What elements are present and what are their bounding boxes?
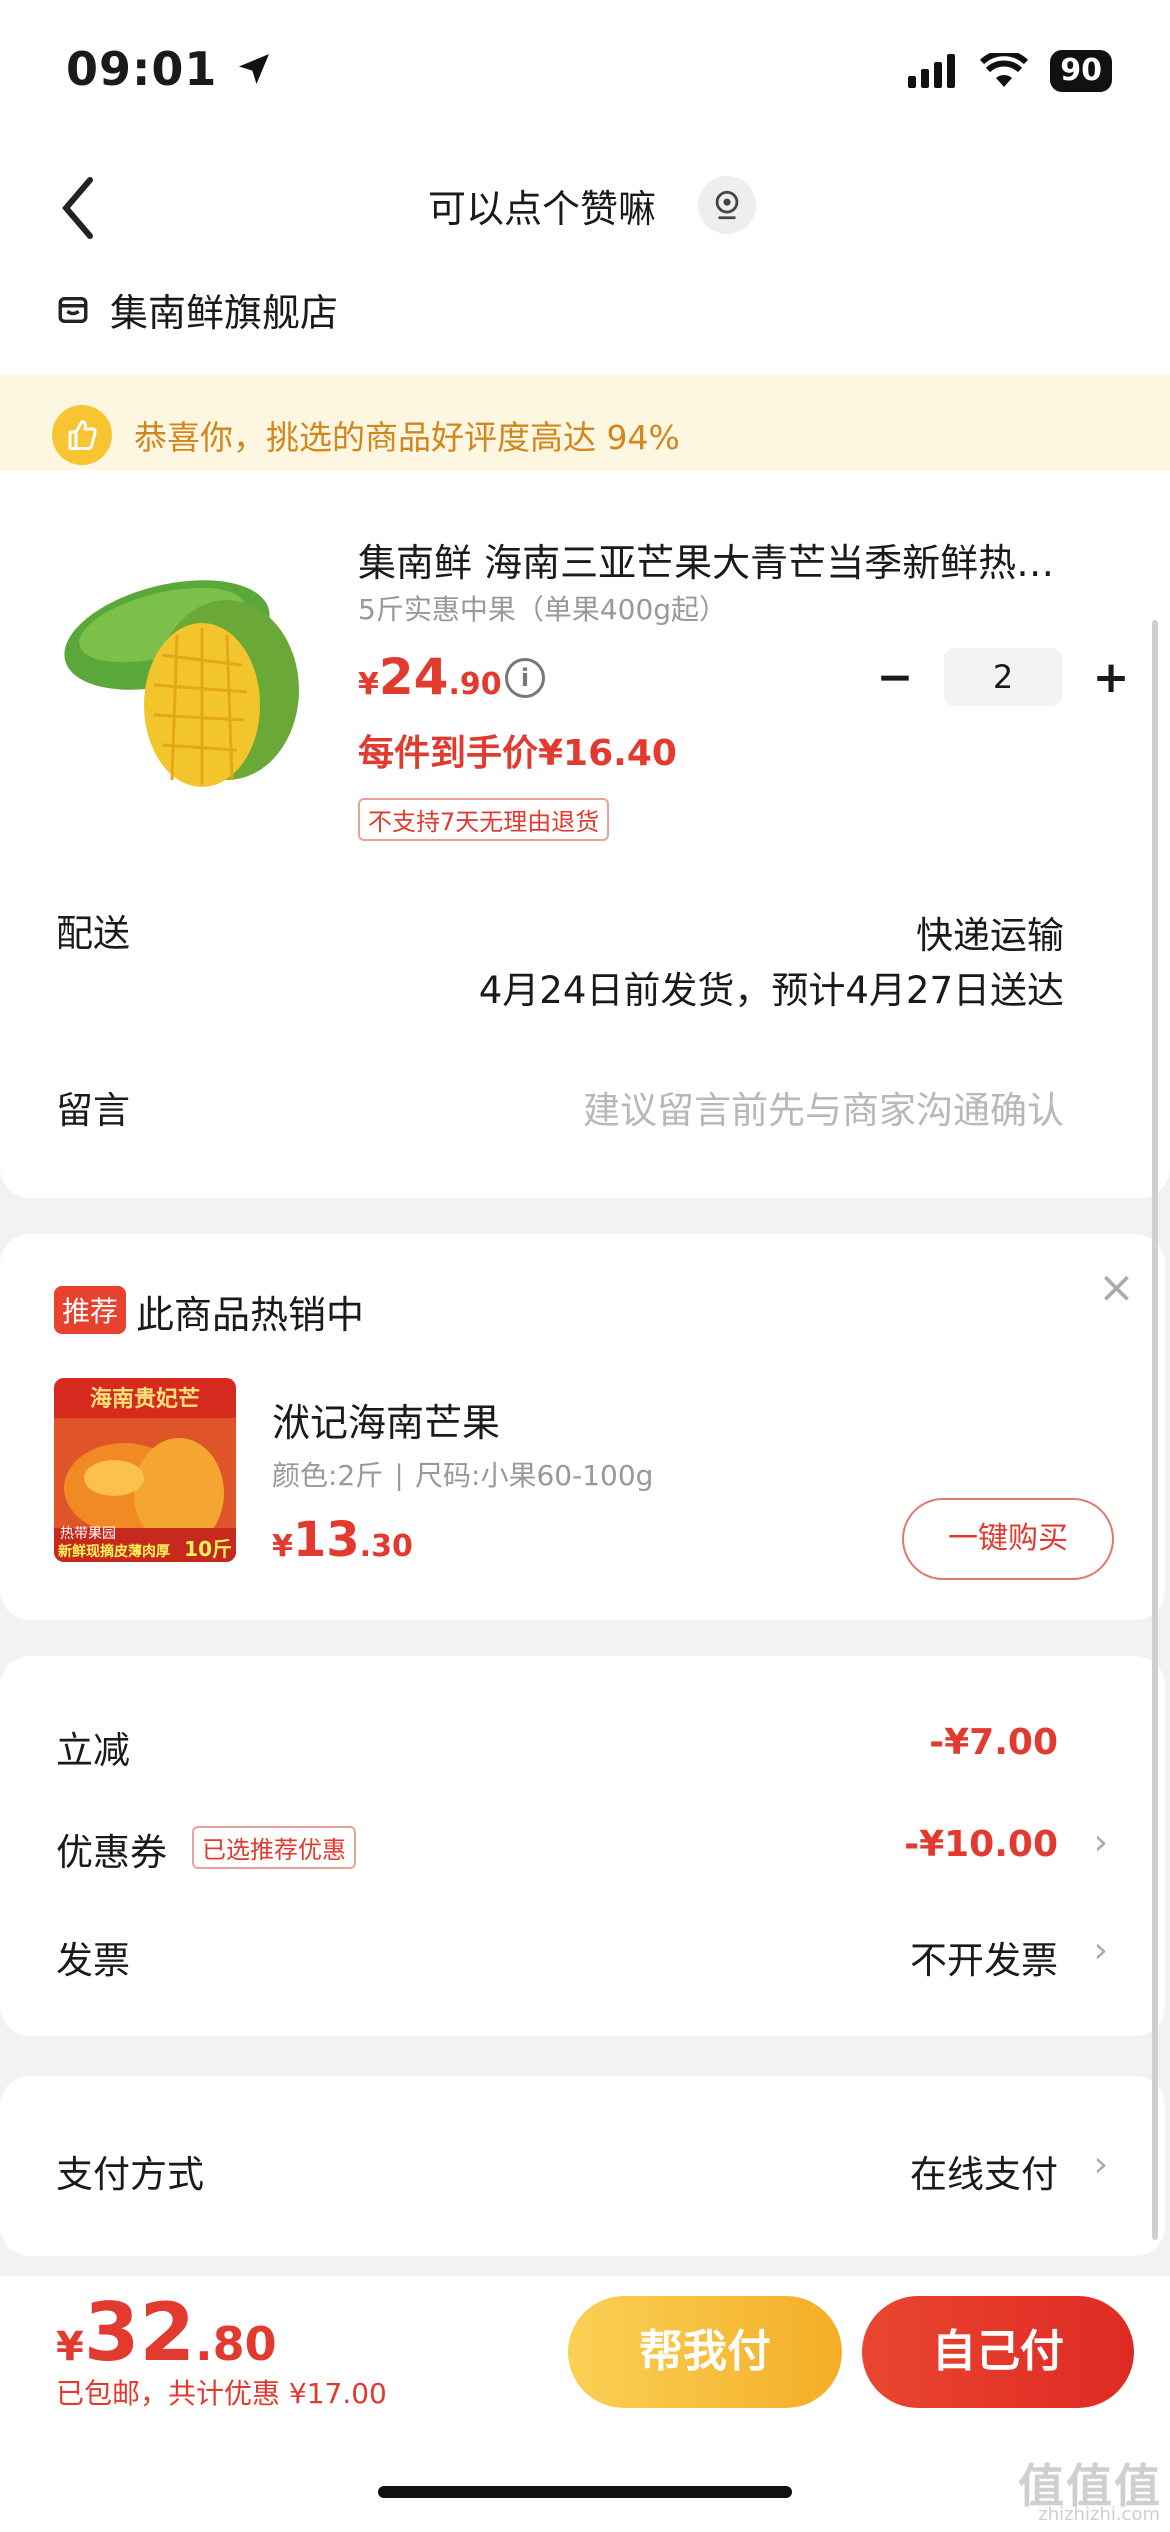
coupon-tag: 已选推荐优惠	[192, 1826, 356, 1869]
watermark-url: zhizhizhi.com	[1038, 2504, 1160, 2525]
location-arrow-icon	[239, 54, 270, 84]
scrollbar[interactable]	[1152, 620, 1158, 2240]
message-input[interactable]: 建议留言前先与商家沟通确认	[583, 1080, 1064, 1134]
recommend-product-image[interactable]: 海南贵妃芒 热带果园 新鲜现摘皮薄肉厚 10斤	[54, 1378, 236, 1562]
status-icons: 90	[908, 50, 1112, 92]
invoice-chevron-icon[interactable]: ›	[1094, 1930, 1108, 1971]
self-pay-button[interactable]: 自己付	[862, 2296, 1134, 2408]
page-title: 可以点个赞嘛	[427, 187, 656, 231]
signal-icon	[908, 54, 956, 88]
image-caption-top: 热带果园	[60, 1526, 116, 1542]
payment-value[interactable]: 在线支付	[910, 2144, 1058, 2198]
coupon-value[interactable]: -¥10.00	[904, 1824, 1058, 1865]
payment-chevron-icon[interactable]: ›	[1094, 2144, 1108, 2185]
decrease-button[interactable]: −	[870, 652, 920, 703]
recommend-title: 此商品热销中	[136, 1293, 365, 1337]
image-headline: 海南贵妃芒	[90, 1386, 200, 1412]
battery-indicator: 90	[1050, 50, 1112, 92]
location-pin-icon[interactable]	[698, 176, 756, 234]
thumbs-up-icon	[52, 405, 112, 465]
store-name: 集南鲜旗舰店	[110, 291, 339, 335]
banner-text: 恭喜你，挑选的商品好评度高达 94%	[134, 418, 680, 457]
total-subtext: 已包邮，共计优惠 ¥17.00	[56, 2377, 387, 2410]
image-weight: 10斤	[184, 1537, 232, 1561]
increase-button[interactable]: +	[1086, 652, 1136, 703]
mango-product-image[interactable]	[52, 560, 324, 790]
store-icon	[58, 296, 88, 323]
recommend-tag: 推荐	[54, 1286, 127, 1334]
help-pay-button[interactable]: 帮我付	[568, 2296, 842, 2408]
one-click-buy-button[interactable]: 一键购买	[902, 1498, 1114, 1580]
coupon-chevron-icon[interactable]: ›	[1094, 1822, 1108, 1863]
status-time: 09:01	[66, 42, 274, 96]
invoice-value[interactable]: 不开发票	[910, 1930, 1058, 1984]
product-price: ¥ 24 .90	[358, 648, 502, 706]
product-title[interactable]: 集南鲜 海南三亚芒果大青芒当季新鲜热…	[358, 532, 1118, 587]
product-spec[interactable]: 5斤实惠中果（单果400g起）	[358, 588, 727, 628]
total-price: ¥ 32 .80	[56, 2286, 277, 2379]
recommend-spec: 颜色:2斤 ∣ 尺码:小果60-100g	[272, 1459, 654, 1492]
no-return-badge: 不支持7天无理由退货	[358, 798, 610, 841]
instant-discount-value: -¥7.00	[929, 1722, 1058, 1763]
quantity-input[interactable]: 2	[944, 648, 1062, 706]
home-indicator[interactable]	[378, 2486, 792, 2498]
recommend-price: ¥ 13 .30	[272, 1512, 413, 1568]
final-price: 每件到手价¥16.40	[358, 733, 677, 774]
instant-discount-label: 立减	[56, 1729, 130, 1772]
message-label: 留言	[56, 1089, 130, 1132]
delivery-time: 4月24日前发货，预计4月27日送达	[478, 969, 1064, 1012]
invoice-label: 发票	[56, 1939, 130, 1982]
delivery-method: 快递运输	[916, 914, 1064, 957]
price-info-icon[interactable]: i	[505, 658, 545, 698]
coupon-label: 优惠券	[56, 1831, 167, 1874]
image-caption-bottom: 新鲜现摘皮薄肉厚	[58, 1543, 170, 1560]
close-icon[interactable]: ×	[1098, 1262, 1135, 1313]
payment-label: 支付方式	[56, 2153, 204, 2196]
quantity-stepper: − 2 +	[870, 648, 1136, 706]
delivery-label: 配送	[56, 912, 130, 955]
recommend-name[interactable]: 洑记海南芒果	[272, 1392, 500, 1447]
store-row[interactable]: 集南鲜旗舰店	[56, 282, 338, 337]
wifi-icon	[980, 53, 1029, 87]
